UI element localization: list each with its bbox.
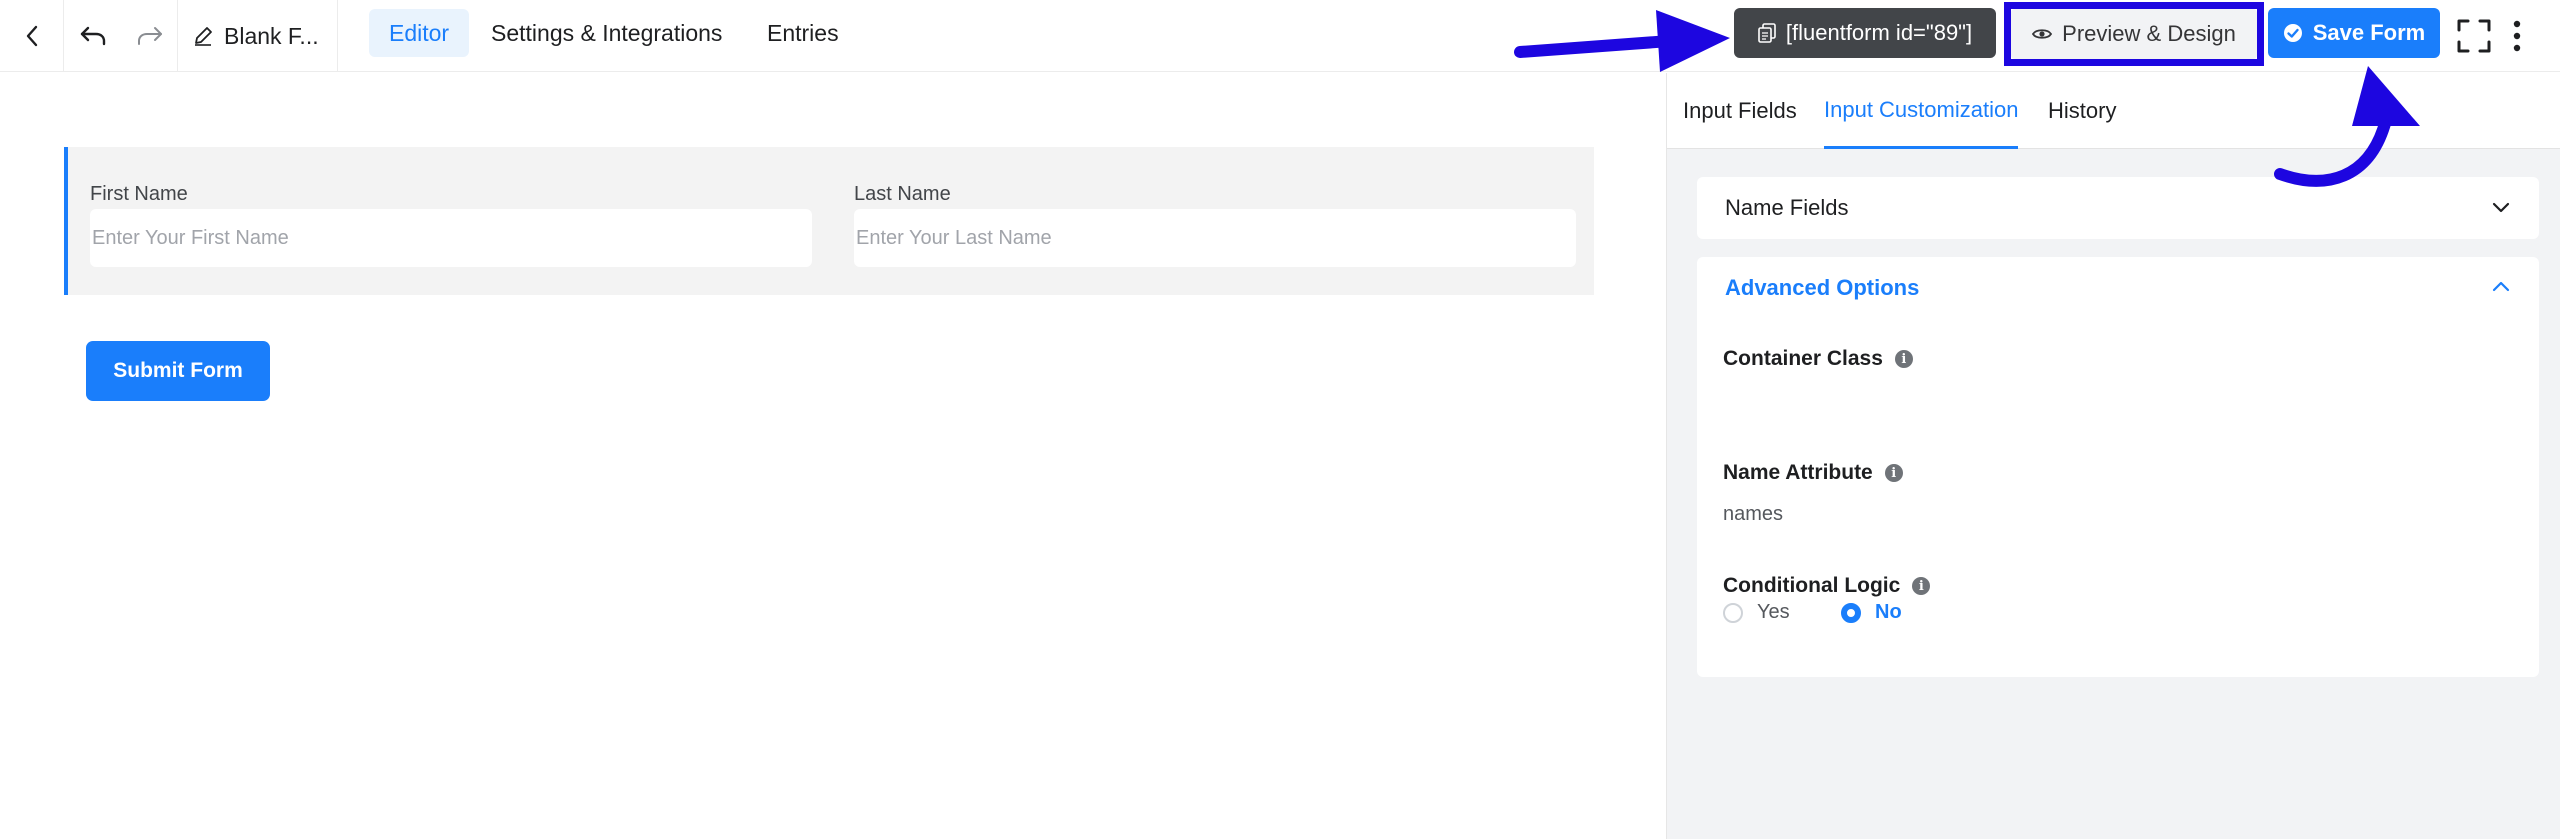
container-class-label: Container Class i — [1723, 347, 1913, 371]
tab-entries[interactable]: Entries — [747, 9, 859, 57]
check-circle-icon — [2283, 24, 2302, 42]
conditional-yes-radio[interactable]: Yes — [1723, 601, 1790, 624]
conditional-no-radio[interactable]: No — [1841, 601, 1902, 624]
shortcode-copy-button[interactable]: [fluentform id="89"] — [1734, 8, 1996, 58]
tab-editor[interactable]: Editor — [369, 9, 470, 57]
last-name-placeholder: Enter Your Last Name — [856, 226, 1052, 249]
pencil-icon — [195, 27, 212, 46]
radio-circle-selected — [1841, 602, 1861, 623]
back-button[interactable] — [0, 0, 64, 72]
fullscreen-icon — [2457, 19, 2491, 53]
copy-icon — [1758, 23, 1776, 43]
tab-history[interactable]: History — [2048, 73, 2116, 149]
info-icon[interactable]: i — [1912, 577, 1931, 595]
top-toolbar: Blank F... Editor Settings & Integration… — [0, 0, 2560, 72]
tab-input-customization[interactable]: Input Customization — [1824, 73, 2019, 149]
container-class-input[interactable] — [1723, 381, 2513, 425]
settings-panel: Input Fields Input Customization History… — [1666, 73, 2560, 839]
save-form-button[interactable]: Save Form — [2268, 8, 2440, 58]
more-vertical-icon — [2513, 20, 2521, 52]
info-icon[interactable]: i — [1894, 350, 1913, 368]
container-class-text: Container Class — [1723, 347, 1883, 370]
name-fields-row[interactable]: First Name Enter Your First Name Last Na… — [64, 147, 1594, 295]
first-name-label: First Name — [90, 183, 188, 205]
preview-design-button[interactable]: Preview & Design — [2011, 9, 2257, 59]
tab-input-fields[interactable]: Input Fields — [1683, 73, 1797, 149]
chevron-up-icon[interactable] — [2491, 277, 2511, 297]
undo-button[interactable] — [64, 0, 122, 72]
undo-icon — [80, 26, 106, 46]
conditional-logic-text: Conditional Logic — [1723, 574, 1901, 597]
radio-circle — [1723, 602, 1743, 623]
preview-label: Preview & Design — [2062, 21, 2236, 46]
save-label: Save Form — [2312, 20, 2426, 45]
tab-settings-integrations[interactable]: Settings & Integrations — [471, 9, 742, 57]
radio-no-label: No — [1875, 601, 1902, 623]
first-name-placeholder: Enter Your First Name — [92, 226, 289, 249]
info-icon[interactable]: i — [1884, 464, 1903, 482]
submit-form-button[interactable]: Submit Form — [86, 341, 270, 401]
name-fields-title: Name Fields — [1725, 195, 1849, 220]
name-fields-accordion[interactable]: Name Fields — [1697, 177, 2539, 239]
panel-tabs: Input Fields Input Customization History — [1667, 73, 2560, 149]
chevron-down-icon — [2492, 202, 2510, 213]
name-attribute-label: Name Attribute i — [1723, 461, 1903, 485]
fullscreen-button[interactable] — [2452, 14, 2496, 58]
advanced-options-accordion: Advanced Options Container Class i Name … — [1697, 257, 2539, 677]
conditional-logic-label: Conditional Logic i — [1723, 574, 1931, 598]
eye-icon — [2032, 29, 2053, 39]
form-title-text: Blank F... — [224, 22, 319, 49]
first-name-input[interactable]: Enter Your First Name — [90, 209, 812, 267]
form-title[interactable]: Blank F... — [178, 0, 338, 72]
more-options-button[interactable] — [2502, 14, 2532, 58]
chevron-left-icon — [26, 25, 37, 47]
redo-button[interactable] — [122, 0, 178, 72]
shortcode-text: [fluentform id="89"] — [1785, 20, 1973, 45]
name-attribute-text: Name Attribute — [1723, 461, 1873, 484]
advanced-options-title[interactable]: Advanced Options — [1725, 275, 1919, 301]
name-attribute-input[interactable]: names — [1723, 503, 1783, 526]
radio-yes-label: Yes — [1757, 601, 1790, 623]
last-name-input[interactable]: Enter Your Last Name — [854, 209, 1576, 267]
redo-icon — [137, 27, 162, 45]
last-name-label: Last Name — [854, 183, 951, 205]
